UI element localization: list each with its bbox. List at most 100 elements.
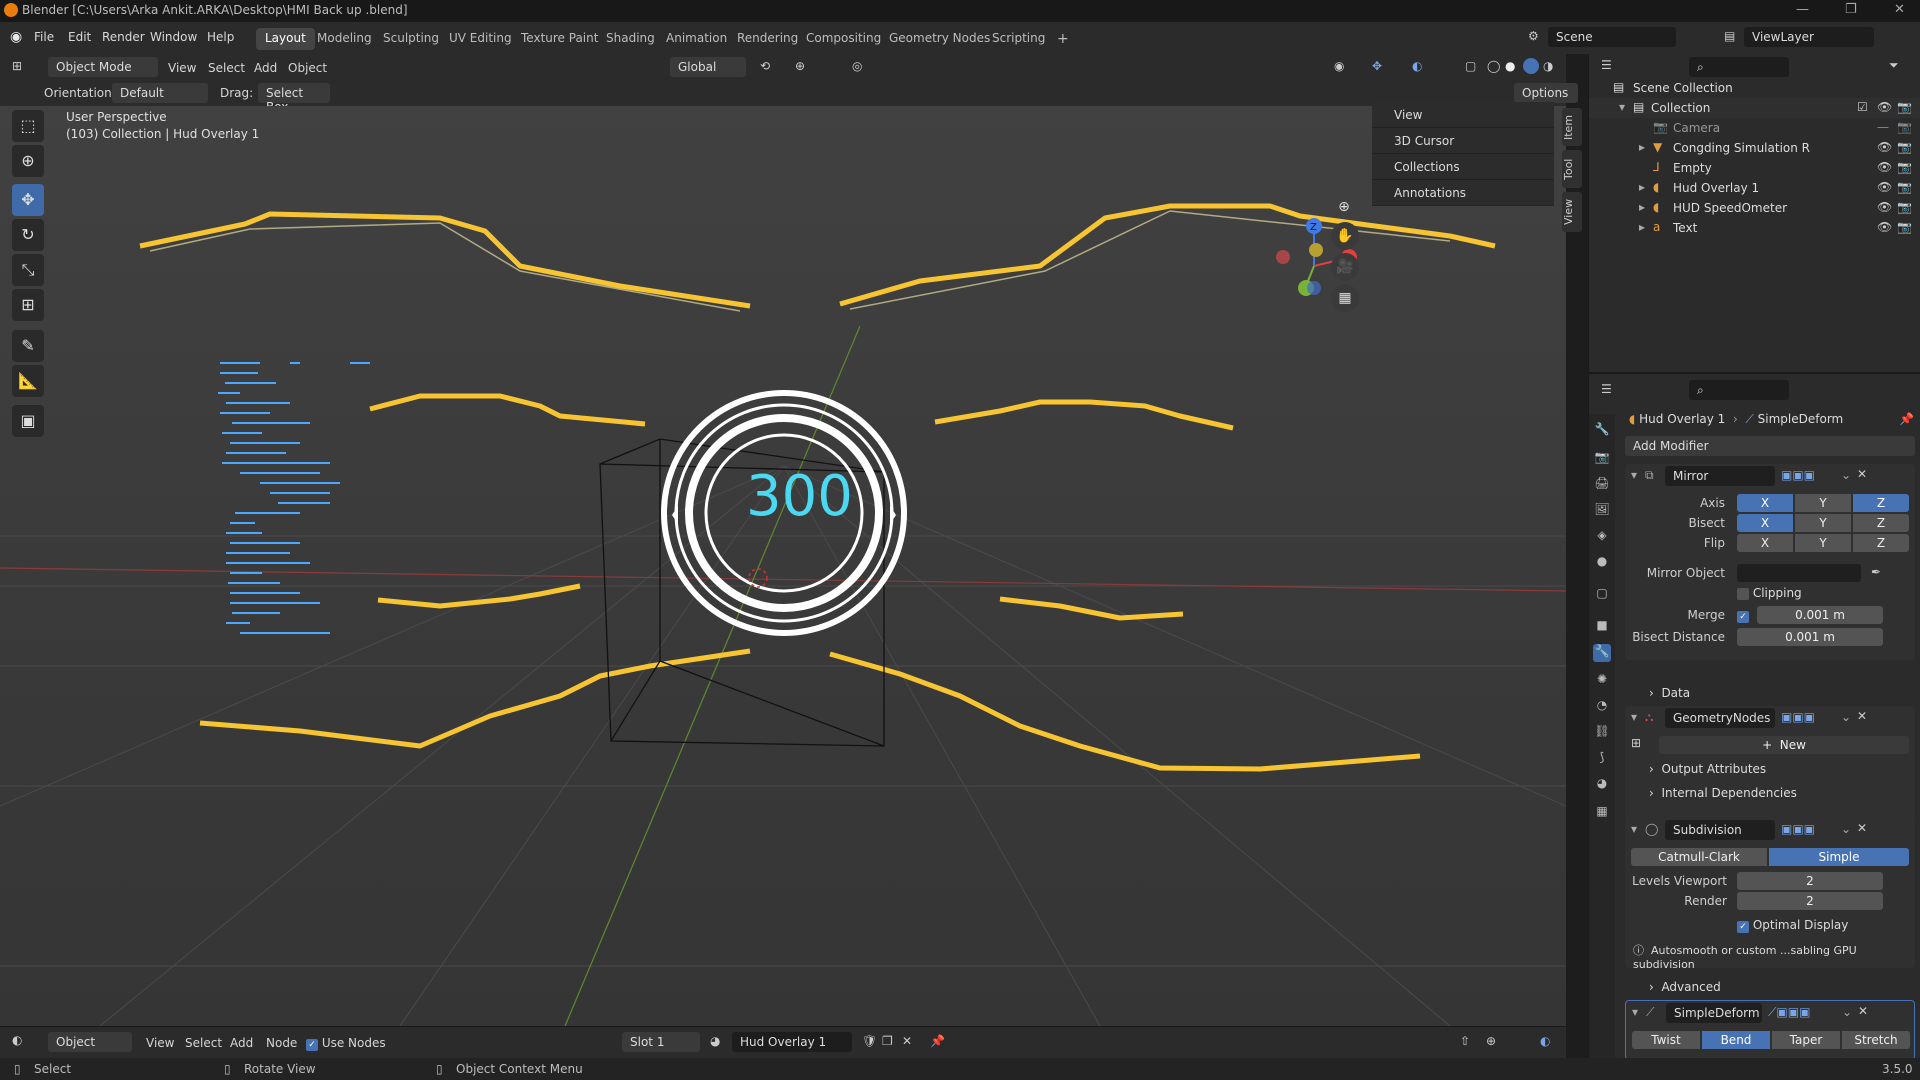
modifier-tab-icon[interactable]: 🔧: [1593, 644, 1611, 662]
mirror-data-subpanel[interactable]: › Data: [1649, 686, 1690, 700]
render-tab-icon[interactable]: 📷: [1593, 450, 1611, 468]
new-node-group-button[interactable]: + New: [1659, 736, 1909, 754]
duplicate-icon[interactable]: ❐: [882, 1034, 893, 1048]
menu-window[interactable]: Window: [150, 30, 197, 44]
outliner-item-congding[interactable]: ▸ ▼ Congding Simulation R 👁 📷: [1589, 138, 1920, 158]
transform-tool-icon[interactable]: ⊞: [12, 289, 44, 321]
world-tab-icon[interactable]: ●: [1593, 554, 1611, 572]
bend-toggle[interactable]: Bend: [1702, 1031, 1770, 1049]
menu-help[interactable]: Help: [207, 30, 234, 44]
levels-viewport-field[interactable]: 2: [1737, 872, 1883, 890]
axis-x-toggle[interactable]: X: [1737, 494, 1793, 512]
render-levels-field[interactable]: 2: [1737, 892, 1883, 910]
outliner-item-text[interactable]: ▸ a Text 👁 📷: [1589, 218, 1920, 238]
options-button[interactable]: Options: [1514, 83, 1578, 103]
remove-modifier-icon[interactable]: ✕: [1857, 709, 1867, 723]
cursor-tool-icon[interactable]: ⊕: [12, 145, 44, 177]
add-cube-tool-icon[interactable]: ▣: [12, 405, 44, 437]
bottom-menu-add[interactable]: Add: [230, 1036, 253, 1050]
modifier-name-field[interactable]: Subdivision: [1665, 820, 1775, 840]
sidebar-tab-view[interactable]: View: [1562, 192, 1582, 232]
axis-z-toggle[interactable]: Z: [1853, 494, 1909, 512]
twist-toggle[interactable]: Twist: [1632, 1031, 1700, 1049]
viewport-menu-select[interactable]: Select: [208, 61, 245, 75]
bisect-y-toggle[interactable]: Y: [1795, 514, 1851, 532]
annotate-tool-icon[interactable]: ✎: [12, 330, 44, 362]
view-layer-tab-icon[interactable]: 🖼: [1593, 502, 1611, 520]
scene-icon[interactable]: ⚙: [1528, 29, 1539, 43]
outliner-item-camera[interactable]: 📷 Camera — 📷: [1589, 118, 1920, 138]
menu-edit[interactable]: Edit: [68, 30, 91, 44]
scale-tool-icon[interactable]: ⤡: [12, 254, 44, 286]
axis-y-toggle[interactable]: Y: [1795, 494, 1851, 512]
modifier-name-field[interactable]: SimpleDeform: [1666, 1003, 1762, 1023]
modifier-name-field[interactable]: Mirror: [1665, 466, 1775, 486]
dropdown-icon[interactable]: ⌄: [1842, 1005, 1852, 1019]
material-shading-icon[interactable]: [1523, 58, 1539, 74]
add-modifier-button[interactable]: Add Modifier: [1625, 436, 1915, 456]
menu-file[interactable]: File: [34, 30, 54, 44]
render-camera-icon[interactable]: 📷: [1897, 120, 1912, 134]
zoom-icon[interactable]: ⊕: [1330, 193, 1358, 221]
xray-icon[interactable]: ▢: [1465, 59, 1476, 73]
tab-layout[interactable]: Layout: [256, 28, 315, 50]
output-tab-icon[interactable]: 🖨: [1593, 476, 1611, 494]
collapse-icon[interactable]: ▾: [1631, 710, 1637, 724]
eye-icon[interactable]: 👁: [1877, 100, 1892, 114]
viewport-menu-object[interactable]: Object: [288, 61, 327, 75]
dropdown-icon[interactable]: ⌄: [1841, 468, 1851, 482]
sidebar-tab-item[interactable]: Item: [1562, 108, 1582, 146]
overlay-icon[interactable]: ◐: [1412, 59, 1422, 73]
tab-geometry-nodes[interactable]: Geometry Nodes: [880, 28, 999, 50]
npanel-annotations[interactable]: Annotations: [1372, 180, 1554, 206]
view-layer-icon[interactable]: ▤: [1724, 29, 1735, 43]
add-workspace-icon[interactable]: +: [1048, 28, 1078, 50]
render-camera-icon[interactable]: 📷: [1897, 220, 1912, 234]
tab-scripting[interactable]: Scripting: [983, 28, 1054, 50]
bisect-x-toggle[interactable]: X: [1737, 514, 1793, 532]
pivot-icon[interactable]: ⟲: [760, 59, 770, 73]
collapse-icon[interactable]: ▾: [1632, 1005, 1638, 1019]
minimize-icon[interactable]: —: [1796, 2, 1809, 17]
npanel-3d-cursor[interactable]: 3D Cursor: [1372, 128, 1554, 154]
drag-dropdown[interactable]: Select Box: [258, 83, 330, 114]
include-checkbox-icon[interactable]: ☑: [1857, 100, 1868, 114]
snap-icon[interactable]: ⊕: [1486, 1034, 1496, 1048]
view-layer-selector[interactable]: ViewLayer: [1744, 27, 1874, 47]
optimal-display-checkbox[interactable]: ✓ Optimal Display: [1737, 918, 1848, 933]
eyedropper-icon[interactable]: ✒: [1871, 565, 1881, 579]
unlink-icon[interactable]: ✕: [902, 1034, 912, 1048]
material-icon[interactable]: ◕: [710, 1034, 720, 1048]
clipping-checkbox[interactable]: Clipping: [1737, 586, 1802, 600]
collection-tab-icon[interactable]: ▢: [1593, 586, 1611, 604]
blender-menu-icon[interactable]: ◉: [10, 29, 22, 45]
outliner-collection[interactable]: ▾ ▤ Collection ☑ 👁 📷: [1589, 98, 1920, 118]
npanel-view[interactable]: View: [1372, 102, 1554, 128]
bottom-menu-select[interactable]: Select: [185, 1036, 222, 1050]
eye-icon[interactable]: 👁: [1877, 180, 1892, 194]
editor-type-icon[interactable]: ⊞: [12, 59, 22, 73]
render-camera-icon[interactable]: 📷: [1897, 140, 1912, 154]
eye-icon[interactable]: 👁: [1877, 140, 1892, 154]
eye-icon[interactable]: 👁: [1877, 220, 1892, 234]
material-name-field[interactable]: Hud Overlay 1: [732, 1032, 852, 1052]
use-nodes-checkbox[interactable]: ✓ Use Nodes: [306, 1036, 386, 1051]
visibility-icon[interactable]: ◉: [1334, 59, 1344, 73]
tab-uv-editing[interactable]: UV Editing: [440, 28, 521, 50]
solid-shading-icon[interactable]: ●: [1505, 59, 1515, 73]
object-type-dropdown[interactable]: Object: [48, 1032, 132, 1052]
tab-sculpting[interactable]: Sculpting: [374, 28, 448, 50]
npanel-collections[interactable]: Collections: [1372, 154, 1554, 180]
gizmo-icon[interactable]: ✥: [1372, 59, 1382, 73]
tab-rendering[interactable]: Rendering: [728, 28, 807, 50]
scene-tab-icon[interactable]: ◈: [1593, 528, 1611, 546]
properties-editor-icon[interactable]: ☰: [1601, 382, 1612, 396]
expand-icon[interactable]: ▸: [1639, 140, 1645, 154]
camera-view-icon[interactable]: 🎥: [1331, 253, 1359, 281]
transform-orientation[interactable]: Global: [670, 57, 746, 77]
remove-modifier-icon[interactable]: ✕: [1858, 1004, 1868, 1018]
tab-texture-paint[interactable]: Texture Paint: [512, 28, 607, 50]
node-tree-icon[interactable]: ⊞: [1631, 736, 1641, 750]
3d-viewport[interactable]: Z X User Perspective (103) Collection | …: [0, 106, 1566, 1026]
orientation-dropdown[interactable]: Default: [112, 83, 208, 103]
